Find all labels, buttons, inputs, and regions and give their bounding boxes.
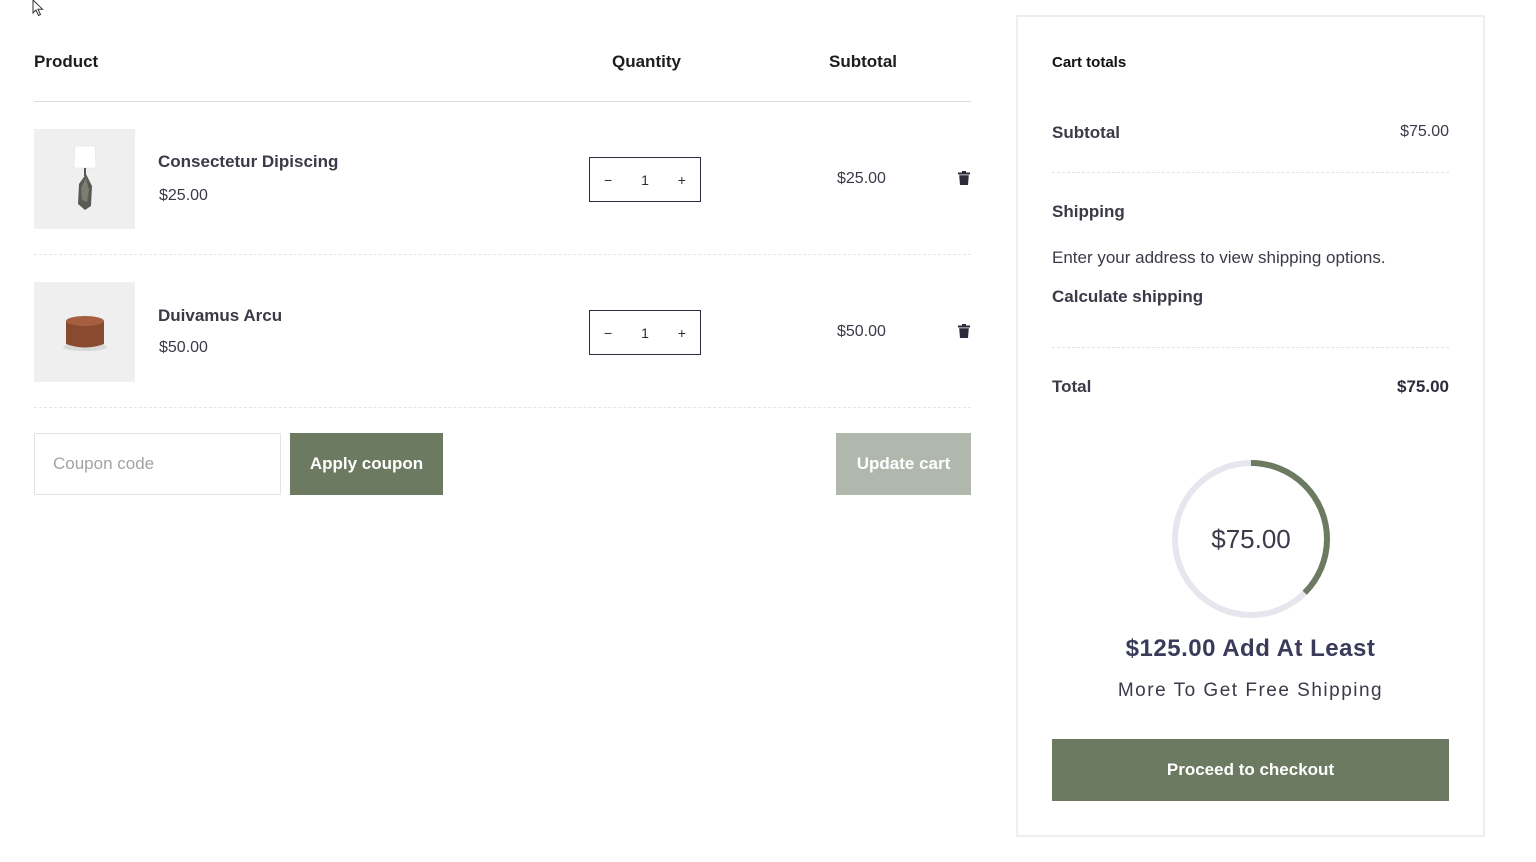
product-price: $50.00	[159, 339, 208, 356]
free-shipping-subtext: More To Get Free Shipping	[1117, 680, 1384, 701]
subtotal-column-header: Subtotal	[829, 52, 897, 71]
total-value: $75.00	[1397, 377, 1449, 396]
free-shipping-progress-ring: $75.00	[1171, 459, 1331, 619]
shipping-label: Shipping	[1052, 202, 1125, 221]
shipping-info-text: Enter your address to view shipping opti…	[1052, 248, 1386, 267]
total-label: Total	[1052, 377, 1092, 396]
product-price: $25.00	[159, 187, 208, 204]
calculate-shipping-link[interactable]: Calculate shipping	[1052, 287, 1203, 307]
product-column-header: Product	[34, 52, 99, 71]
cart-item-row: Consectetur Dipiscing $25.00 − 1 + $25.0…	[34, 102, 971, 255]
item-subtotal: $50.00	[837, 323, 886, 340]
update-cart-button[interactable]: Update cart	[836, 433, 971, 495]
trash-icon[interactable]	[958, 171, 970, 185]
cart-totals-title: Cart totals	[1052, 54, 1127, 71]
progress-amount: $75.00	[1211, 523, 1291, 554]
lamp-image	[73, 145, 96, 210]
pouf-image	[62, 316, 107, 351]
item-subtotal: $25.00	[837, 170, 886, 187]
cart-item-row: Duivamus Arcu $50.00 − 1 + $50.00	[34, 255, 971, 408]
coupon-code-input[interactable]	[34, 433, 281, 495]
cart-table-header: Product Quantity Subtotal	[34, 50, 971, 102]
apply-coupon-button[interactable]: Apply coupon	[290, 433, 443, 495]
product-name[interactable]: Consectetur Dipiscing	[158, 152, 338, 172]
cart-totals-panel: Cart totals Subtotal $75.00 Shipping Ent…	[1016, 15, 1485, 837]
product-image-pouf[interactable]	[34, 282, 135, 382]
mouse-pointer-icon	[32, 0, 44, 16]
proceed-to-checkout-button[interactable]: Proceed to checkout	[1052, 739, 1449, 801]
quantity-column-header: Quantity	[612, 52, 681, 71]
totals-total-row: Total $75.00	[1052, 377, 1449, 397]
increase-quantity-button[interactable]: +	[678, 325, 686, 341]
decrease-quantity-button[interactable]: −	[604, 172, 612, 188]
quantity-stepper: − 1 +	[589, 310, 701, 355]
subtotal-label: Subtotal	[1052, 123, 1120, 142]
quantity-stepper: − 1 +	[589, 157, 701, 202]
totals-shipping-row: Shipping	[1052, 202, 1449, 222]
subtotal-value: $75.00	[1400, 123, 1449, 140]
totals-subtotal-row: Subtotal $75.00	[1052, 123, 1449, 173]
quantity-value[interactable]: 1	[641, 325, 649, 341]
product-image-lamp[interactable]	[34, 129, 135, 229]
product-name[interactable]: Duivamus Arcu	[158, 306, 282, 326]
decrease-quantity-button[interactable]: −	[604, 325, 612, 341]
increase-quantity-button[interactable]: +	[678, 172, 686, 188]
free-shipping-amount-text: $125.00 Add At Least	[1125, 635, 1376, 662]
quantity-value[interactable]: 1	[641, 172, 649, 188]
totals-divider	[1052, 347, 1449, 348]
trash-icon[interactable]	[958, 324, 970, 338]
